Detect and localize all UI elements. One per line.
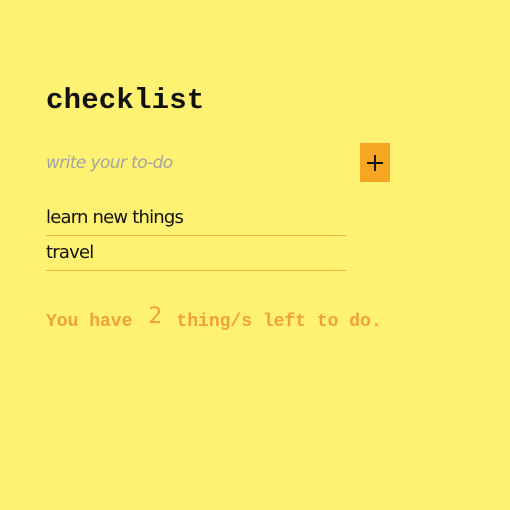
todo-item[interactable]: learn new things <box>46 202 346 236</box>
plus-icon <box>367 154 383 171</box>
add-todo-form <box>46 143 390 182</box>
todo-item-text: travel <box>46 242 94 263</box>
todo-input[interactable] <box>46 149 336 177</box>
todo-item[interactable]: travel <box>46 237 346 271</box>
counter-suffix: thing/s left to do. <box>176 312 382 332</box>
page-title: checklist <box>46 84 205 117</box>
todo-item-text: learn new things <box>46 207 184 228</box>
add-button[interactable] <box>360 143 390 182</box>
counter-count: 2 <box>148 304 163 329</box>
counter-prefix: You have <box>46 312 133 332</box>
remaining-counter: You have 2 thing/s left to do. <box>46 304 382 337</box>
todo-list: learn new things travel <box>46 202 346 271</box>
